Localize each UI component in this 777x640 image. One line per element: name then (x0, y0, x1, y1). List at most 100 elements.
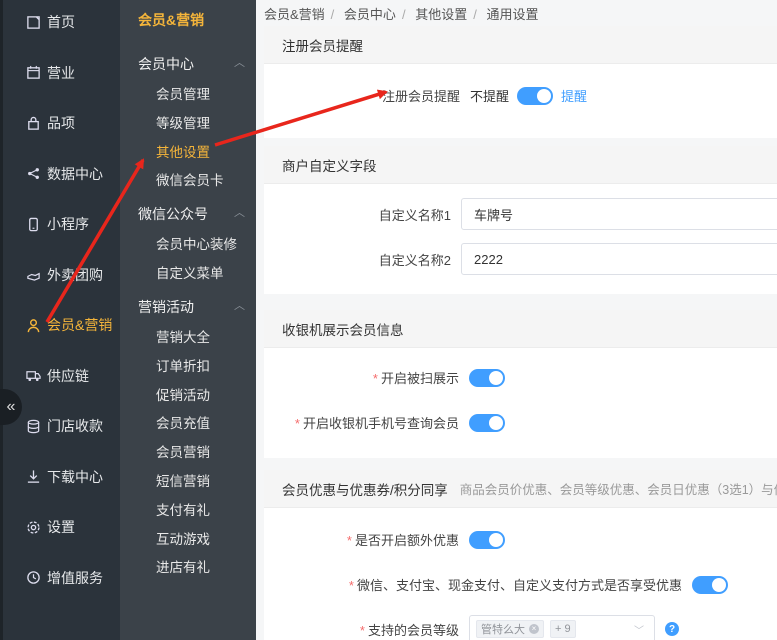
secondary-sidebar-title: 会员&营销 (138, 12, 205, 28)
submenu-item[interactable]: 支付有礼 (156, 499, 210, 519)
card-title: 会员优惠与优惠券/积分同享 商品会员价优惠、会员等级优惠、会员日优惠（3选1）与… (264, 470, 777, 508)
truck-icon (25, 368, 41, 384)
user-icon (25, 317, 41, 333)
submenu-group-label: 会员中心 (138, 56, 194, 72)
sidebar-item-label: 外卖团购 (47, 266, 103, 283)
submenu-item[interactable]: 进店有礼 (156, 556, 210, 576)
help-icon[interactable]: ? (665, 622, 679, 636)
card-title: 注册会员提醒 (264, 26, 777, 64)
chevron-up-icon: ︿ (234, 300, 245, 312)
option-row: * 是否开启额外优惠 (264, 530, 505, 549)
chevron-up-icon: ︿ (234, 57, 245, 69)
submenu-item[interactable]: 促销活动 (156, 384, 210, 404)
option-row: * 微信、支付宝、现金支付、自定义支付方式是否享受优惠 (264, 575, 728, 594)
scan-display-switch[interactable] (469, 368, 505, 387)
sidebar-item[interactable]: 供应链 (3, 351, 120, 401)
bag-icon (25, 115, 41, 131)
sidebar-item[interactable]: 会员&营销 (3, 300, 120, 350)
register-reminder-switch[interactable] (517, 86, 554, 105)
sidebar-item-label: 小程序 (47, 216, 89, 232)
breadcrumb-item[interactable]: 会员&营销 (264, 7, 325, 22)
submenu-item[interactable]: 订单折扣 (156, 355, 210, 375)
option-label: * 支持的会员等级 (359, 622, 459, 638)
sidebar-item[interactable]: 下载中心 (3, 452, 120, 502)
sidebar-item[interactable]: 首页 (3, 0, 120, 47)
custom-field-label: 自定义名称2 (378, 252, 451, 268)
breadcrumb-item[interactable]: 其他设置 (415, 7, 467, 22)
option-label: * 开启被扫展示 (372, 371, 459, 386)
submenu-group[interactable]: 营销活动 ︿ (138, 297, 245, 317)
sidebar-item-label: 首页 (47, 14, 75, 30)
chevron-up-icon: ︿ (234, 207, 245, 219)
sidebar-item[interactable]: 数据中心 (3, 149, 120, 199)
register-reminder-card: 注册会员提醒 注册会员提醒 不提醒 提醒 (264, 26, 777, 138)
sidebar-item[interactable]: 品项 (3, 98, 120, 148)
on-text: 提醒 (561, 89, 588, 104)
custom-fields-card: 商户自定义字段 自定义名称1 车牌号 自定义名称2 2222 (264, 146, 777, 294)
submenu-item[interactable]: 会员管理 (156, 83, 210, 103)
submenu-item[interactable]: 短信营销 (156, 470, 210, 490)
download-icon (25, 469, 41, 485)
card-title: 收银机展示会员信息 (264, 310, 777, 348)
calendar-icon (25, 65, 41, 81)
member-level-select[interactable]: 管特么大 × + 9 ﹀ (469, 615, 655, 640)
submenu-item[interactable]: 微信会员卡 (156, 169, 224, 189)
custom-field-row: 自定义名称1 车牌号 (264, 198, 777, 230)
hand-icon (25, 267, 41, 283)
submenu-item[interactable]: 会员中心装修 (156, 233, 237, 253)
more-tags-count: + 9 (550, 620, 576, 638)
custom-field-input[interactable]: 2222 (461, 243, 777, 275)
card-title-text: 会员优惠与优惠券/积分同享 (282, 482, 448, 498)
option-row: * 支持的会员等级 管特么大 × + 9 ﹀ ? (264, 615, 679, 640)
breadcrumb: 会员&营销 / 会员中心 / 其他设置 / 通用设置 (264, 7, 539, 22)
sidebar-item-label: 门店收款 (47, 418, 103, 434)
card-title: 商户自定义字段 (264, 146, 777, 184)
cashier-display-card: 收银机展示会员信息 * 开启被扫展示 * 开启收银机手机号查询会员 (264, 310, 777, 458)
clock-icon (25, 570, 41, 586)
sidebar-item-label: 供应链 (47, 367, 89, 384)
submenu-item[interactable]: 会员营销 (156, 441, 210, 461)
submenu-item[interactable]: 其他设置 (156, 141, 210, 161)
extra-discount-switch[interactable] (469, 530, 505, 549)
custom-field-input[interactable]: 车牌号 (461, 198, 777, 230)
register-reminder-label: 注册会员提醒 (382, 89, 461, 104)
gear-icon (25, 519, 41, 535)
phone-lookup-switch[interactable] (469, 413, 505, 432)
submenu-item[interactable]: 等级管理 (156, 112, 210, 132)
option-label: * 微信、支付宝、现金支付、自定义支付方式是否享受优惠 (348, 578, 682, 593)
submenu-item[interactable]: 会员充值 (156, 412, 210, 432)
sidebar-item-label: 会员&营销 (47, 317, 113, 333)
custom-field-row: 自定义名称2 2222 (264, 243, 777, 275)
submenu-item[interactable]: 营销大全 (156, 326, 210, 346)
off-text: 不提醒 (470, 89, 510, 104)
share-icon (25, 166, 41, 182)
option-row: * 开启收银机手机号查询会员 (264, 413, 505, 432)
sidebar-item-label: 设置 (47, 519, 75, 535)
sidebar-item[interactable]: 小程序 (3, 199, 120, 249)
option-label: * 是否开启额外优惠 (346, 533, 459, 548)
submenu-group[interactable]: 微信公众号 ︿ (138, 204, 245, 224)
submenu-item[interactable]: 自定义菜单 (156, 262, 224, 282)
sidebar-item[interactable]: 设置 (3, 502, 120, 552)
breadcrumb-item[interactable]: 会员中心 (344, 7, 396, 22)
submenu-item[interactable]: 互动游戏 (156, 528, 210, 548)
submenu-group[interactable]: 会员中心 ︿ (138, 54, 245, 74)
submenu-group-label: 营销活动 (138, 299, 194, 315)
register-reminder-row: 注册会员提醒 不提醒 提醒 (382, 86, 587, 105)
sidebar-item-label: 品项 (47, 115, 75, 131)
sidebar-item-label: 增值服务 (47, 569, 103, 586)
sidebar-item[interactable]: 增值服务 (3, 553, 120, 603)
sidebar-item-label: 营业 (47, 64, 75, 81)
payment-discount-switch[interactable] (692, 575, 728, 594)
phone-icon (25, 216, 41, 232)
home-icon (25, 14, 41, 30)
sidebar-item[interactable]: 营业 (3, 48, 120, 98)
primary-sidebar: 首页营业品项数据中心小程序外卖团购会员&营销供应链门店收款下载中心设置增值服务 (0, 0, 120, 640)
submenu-group-label: 微信公众号 (138, 206, 208, 222)
discount-sharing-card: 会员优惠与优惠券/积分同享 商品会员价优惠、会员等级优惠、会员日优惠（3选1）与… (264, 470, 777, 640)
sidebar-item-label: 数据中心 (47, 165, 103, 182)
main-content: 会员&营销 / 会员中心 / 其他设置 / 通用设置 注册会员提醒 注册会员提醒 不提… (256, 0, 777, 640)
remove-tag-icon[interactable]: × (529, 624, 539, 634)
sidebar-item[interactable]: 外卖团购 (3, 250, 120, 300)
custom-field-label: 自定义名称1 (378, 207, 451, 223)
